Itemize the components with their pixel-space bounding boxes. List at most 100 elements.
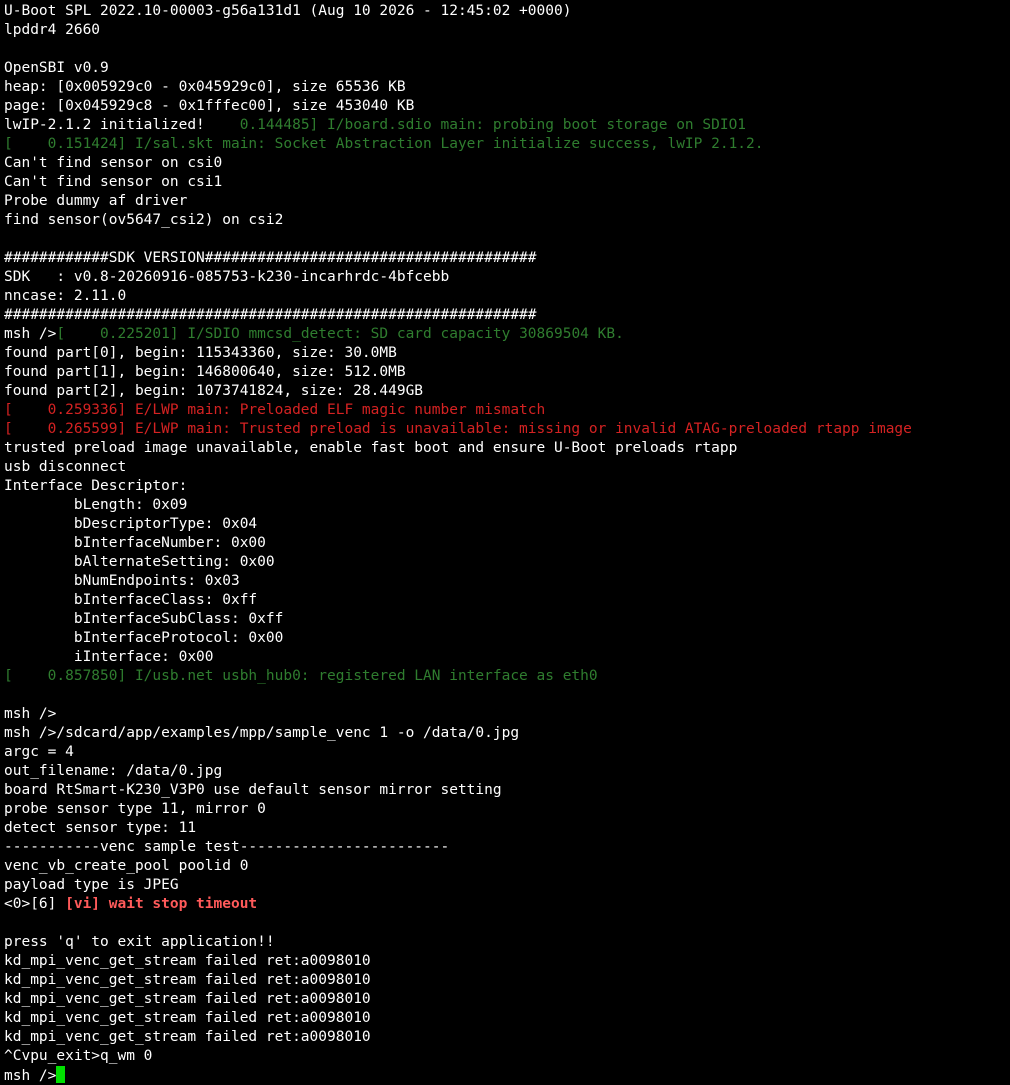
terminal-line: msh />/sdcard/app/examples/mpp/sample_ve… <box>4 724 1010 743</box>
terminal-line: found part[0], begin: 115343360, size: 3… <box>4 344 1010 363</box>
terminal-line: payload type is JPEG <box>4 876 1010 895</box>
terminal-text-segment: kd_mpi_venc_get_stream failed ret:a00980… <box>4 972 371 988</box>
terminal-line: ^Cvpu_exit>q_wm 0 <box>4 1047 1010 1066</box>
terminal-text-segment: bInterfaceClass: 0xff <box>4 592 258 608</box>
terminal-text-segment: usb disconnect <box>4 459 127 475</box>
terminal-text-segment: found part[0], begin: 115343360, size: 3… <box>4 345 397 361</box>
terminal-text-segment: found part[1], begin: 146800640, size: 5… <box>4 364 406 380</box>
terminal-line: Can't find sensor on csi0 <box>4 154 1010 173</box>
terminal-text-segment: page: [0x045929c8 - 0x1fffec00], size 45… <box>4 98 415 114</box>
terminal-text-segment: bNumEndpoints: 0x03 <box>4 573 240 589</box>
terminal-line: argc = 4 <box>4 743 1010 762</box>
terminal-line: bInterfaceNumber: 0x00 <box>4 534 1010 553</box>
terminal-window[interactable]: U-Boot SPL 2022.10-00003-g56a131d1 (Aug … <box>0 0 1010 1085</box>
terminal-line: -----------venc sample test-------------… <box>4 838 1010 857</box>
terminal-text-segment: out_filename: /data/0.jpg <box>4 763 223 779</box>
terminal-text-segment: find sensor(ov5647_csi2) on csi2 <box>4 212 284 228</box>
terminal-text-segment: press 'q' to exit application!! <box>4 934 275 950</box>
terminal-text-segment: payload type is JPEG <box>4 877 179 893</box>
terminal-text-segment: OpenSBI v0.9 <box>4 60 109 76</box>
terminal-line: Probe dummy af driver <box>4 192 1010 211</box>
terminal-text-segment: kd_mpi_venc_get_stream failed ret:a00980… <box>4 1029 371 1045</box>
terminal-line: kd_mpi_venc_get_stream failed ret:a00980… <box>4 1028 1010 1047</box>
terminal-text-segment: bAlternateSetting: 0x00 <box>4 554 275 570</box>
terminal-text-segment: -----------venc sample test-------------… <box>4 839 450 855</box>
terminal-line: detect sensor type: 11 <box>4 819 1010 838</box>
terminal-line: [ 0.259336] E/LWP main: Preloaded ELF ma… <box>4 401 1010 420</box>
terminal-line: Can't find sensor on csi1 <box>4 173 1010 192</box>
terminal-line: find sensor(ov5647_csi2) on csi2 <box>4 211 1010 230</box>
terminal-line: bInterfaceSubClass: 0xff <box>4 610 1010 629</box>
terminal-text-segment: msh />/sdcard/app/examples/mpp/sample_ve… <box>4 725 520 741</box>
terminal-text-segment: <0>[6] <box>4 896 66 912</box>
terminal-text-segment: Can't find sensor on csi1 <box>4 174 223 190</box>
terminal-line: found part[1], begin: 146800640, size: 5… <box>4 363 1010 382</box>
terminal-text-segment: probe sensor type 11, mirror 0 <box>4 801 266 817</box>
terminal-text-segment: heap: [0x005929c0 - 0x045929c0], size 65… <box>4 79 406 95</box>
terminal-line: [ 0.857850] I/usb.net usbh_hub0: registe… <box>4 667 1010 686</box>
terminal-line: bAlternateSetting: 0x00 <box>4 553 1010 572</box>
terminal-line: U-Boot SPL 2022.10-00003-g56a131d1 (Aug … <box>4 2 1010 21</box>
terminal-text-segment: board RtSmart-K230_V3P0 use default sens… <box>4 782 502 798</box>
terminal-text-segment: lpddr4 2660 <box>4 22 101 38</box>
terminal-text-segment: 0.144485] I/board.sdio main: probing boo… <box>204 117 747 133</box>
terminal-text-segment: nncase: 2.11.0 <box>4 288 127 304</box>
terminal-line: kd_mpi_venc_get_stream failed ret:a00980… <box>4 952 1010 971</box>
terminal-text-segment: trusted preload image unavailable, enabl… <box>4 440 738 456</box>
terminal-text-segment: [ 0.225201] I/SDIO mmcsd_detect: SD card… <box>56 326 624 342</box>
terminal-text-segment: ^Cvpu_exit>q_wm 0 <box>4 1048 153 1064</box>
terminal-line: ########################################… <box>4 306 1010 325</box>
terminal-text-segment: bDescriptorType: 0x04 <box>4 516 258 532</box>
terminal-line: press 'q' to exit application!! <box>4 933 1010 952</box>
terminal-text-segment: bInterfaceSubClass: 0xff <box>4 611 284 627</box>
terminal-text-segment: bLength: 0x09 <box>4 497 188 513</box>
terminal-text-segment: Can't find sensor on csi0 <box>4 155 223 171</box>
terminal-text-segment: kd_mpi_venc_get_stream failed ret:a00980… <box>4 1010 371 1026</box>
terminal-line: probe sensor type 11, mirror 0 <box>4 800 1010 819</box>
terminal-line: msh /> <box>4 705 1010 724</box>
terminal-line: trusted preload image unavailable, enabl… <box>4 439 1010 458</box>
terminal-line: nncase: 2.11.0 <box>4 287 1010 306</box>
terminal-line: [ 0.151424] I/sal.skt main: Socket Abstr… <box>4 135 1010 154</box>
terminal-output: U-Boot SPL 2022.10-00003-g56a131d1 (Aug … <box>4 2 1010 1085</box>
terminal-line: kd_mpi_venc_get_stream failed ret:a00980… <box>4 971 1010 990</box>
terminal-line: msh />[ 0.225201] I/SDIO mmcsd_detect: S… <box>4 325 1010 344</box>
terminal-line: venc_vb_create_pool poolid 0 <box>4 857 1010 876</box>
terminal-line: iInterface: 0x00 <box>4 648 1010 667</box>
terminal-cursor <box>56 1066 66 1083</box>
terminal-text-segment: found part[2], begin: 1073741824, size: … <box>4 383 424 399</box>
terminal-line: OpenSBI v0.9 <box>4 59 1010 78</box>
terminal-text-segment: [ 0.259336] E/LWP main: Preloaded ELF ma… <box>4 402 546 418</box>
terminal-text-segment: kd_mpi_venc_get_stream failed ret:a00980… <box>4 953 371 969</box>
terminal-text-segment: detect sensor type: 11 <box>4 820 197 836</box>
terminal-text-segment: bInterfaceProtocol: 0x00 <box>4 630 284 646</box>
terminal-line: kd_mpi_venc_get_stream failed ret:a00980… <box>4 990 1010 1009</box>
terminal-line: lpddr4 2660 <box>4 21 1010 40</box>
terminal-text-segment: iInterface: 0x00 <box>4 649 214 665</box>
terminal-line: ############SDK VERSION#################… <box>4 249 1010 268</box>
terminal-line: kd_mpi_venc_get_stream failed ret:a00980… <box>4 1009 1010 1028</box>
terminal-text-segment: kd_mpi_venc_get_stream failed ret:a00980… <box>4 991 371 1007</box>
terminal-line: page: [0x045929c8 - 0x1fffec00], size 45… <box>4 97 1010 116</box>
terminal-text-segment: Interface Descriptor: <box>4 478 188 494</box>
terminal-line: board RtSmart-K230_V3P0 use default sens… <box>4 781 1010 800</box>
terminal-text-segment: bInterfaceNumber: 0x00 <box>4 535 266 551</box>
terminal-text-segment: ########################################… <box>4 307 537 323</box>
terminal-line: bNumEndpoints: 0x03 <box>4 572 1010 591</box>
terminal-line: <0>[6] [vi] wait stop timeout <box>4 895 1010 914</box>
terminal-line: usb disconnect <box>4 458 1010 477</box>
terminal-line: [ 0.265599] E/LWP main: Trusted preload … <box>4 420 1010 439</box>
terminal-line: bDescriptorType: 0x04 <box>4 515 1010 534</box>
terminal-text-segment: argc = 4 <box>4 744 74 760</box>
terminal-line: bLength: 0x09 <box>4 496 1010 515</box>
terminal-text-segment: U-Boot SPL 2022.10-00003-g56a131d1 (Aug … <box>4 3 572 19</box>
terminal-line: lwIP-2.1.2 initialized! 0.144485] I/boar… <box>4 116 1010 135</box>
terminal-line: out_filename: /data/0.jpg <box>4 762 1010 781</box>
terminal-text-segment: [ 0.151424] I/sal.skt main: Socket Abstr… <box>4 136 764 152</box>
terminal-line: found part[2], begin: 1073741824, size: … <box>4 382 1010 401</box>
terminal-text-segment: msh /> <box>4 326 57 342</box>
